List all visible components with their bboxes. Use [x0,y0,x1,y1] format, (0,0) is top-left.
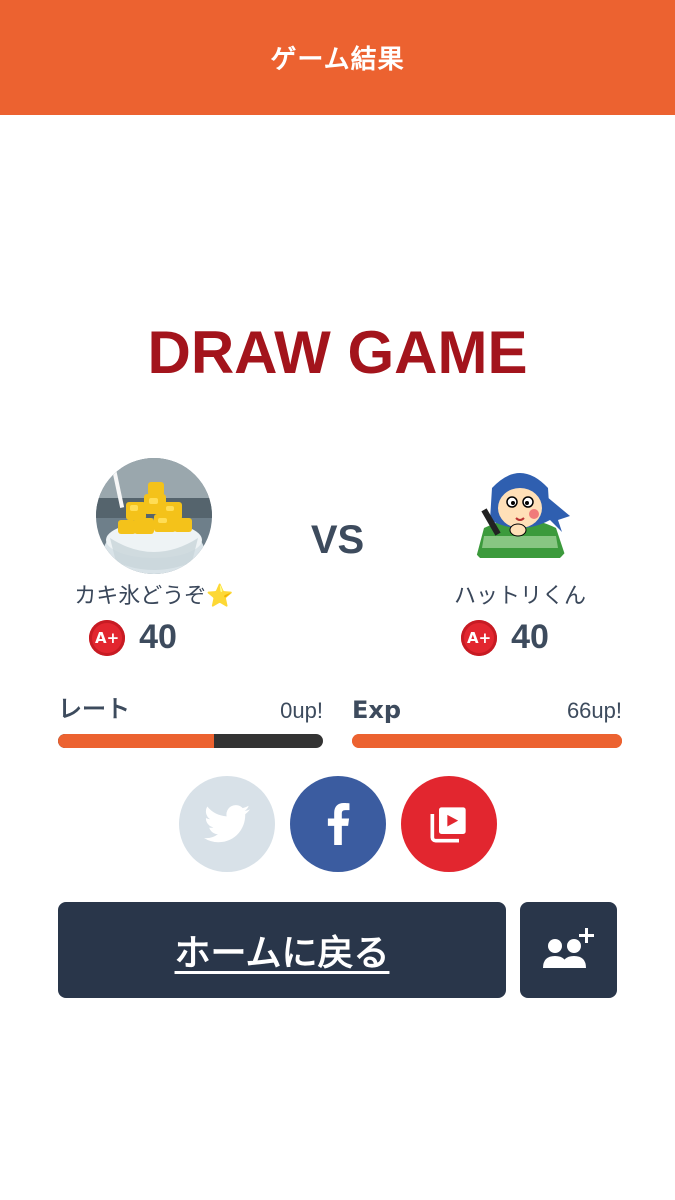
app-header: ゲーム結果 [0,0,675,115]
rate-gain: 0up! [280,698,323,723]
share-buttons [0,776,675,872]
rank-badge: A+ [461,619,498,656]
rate-stat: レート 0up! [58,690,323,748]
result-title: DRAW GAME [147,319,528,386]
player-name: カキ氷どうぞ⭐ [74,584,234,609]
add-friend-button[interactable] [520,902,617,998]
home-button[interactable]: ホームに戻る [58,902,506,998]
exp-gain: 66up! [566,698,622,723]
twitter-share-button[interactable] [178,776,275,872]
player-name: ハットリくん [453,584,586,609]
video-playlist-icon [430,807,466,843]
rank-row: A+ 40 [370,618,640,657]
video-share-button[interactable] [400,776,497,872]
facebook-share-button[interactable] [289,776,386,872]
add-friend-icon [542,928,594,968]
rate-label: レート [58,695,130,723]
ninja-avatar-image [462,458,578,574]
page-title: ゲーム結果 [270,45,405,75]
rate-progress-bar [58,734,323,748]
avatar[interactable] [462,458,578,574]
exp-label: Exp [352,696,402,724]
rank-score: 40 [511,618,549,656]
rank-row: A+ 40 [0,618,274,657]
exp-progress-fill [352,734,622,748]
facebook-f-icon [327,803,349,845]
twitter-bird-icon [203,805,250,843]
exp-progress-bar [352,734,622,748]
rank-score: 40 [139,618,177,656]
rank-badge: A+ [89,619,126,656]
exp-stat: Exp 66up! [352,690,622,748]
home-button-label: ホームに戻る [174,933,390,974]
rate-progress-fill [58,734,215,748]
player-right: ハットリくん A+ 40 [400,458,640,657]
